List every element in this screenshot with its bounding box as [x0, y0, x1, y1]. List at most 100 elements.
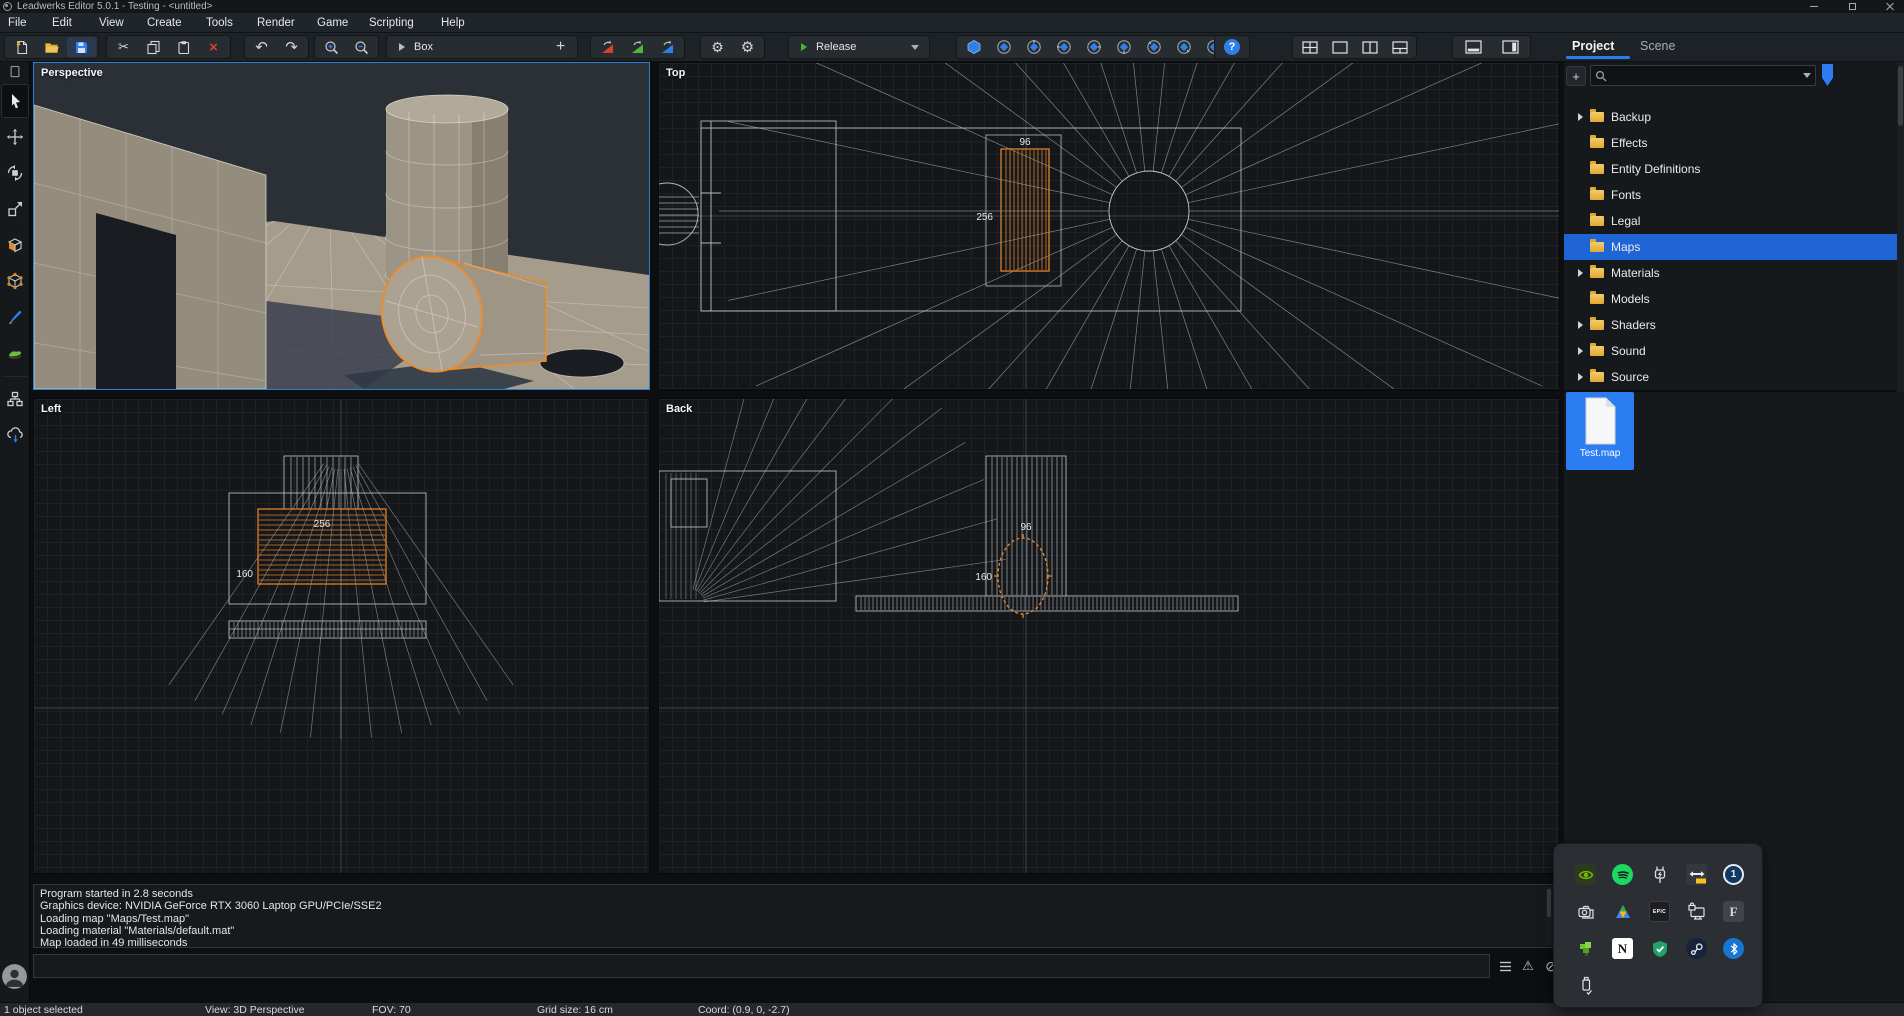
menu-help[interactable]: Help	[441, 13, 465, 33]
undo-button[interactable]: ↶	[247, 37, 276, 57]
console-input[interactable]	[34, 955, 1489, 977]
tray-power-plug[interactable]	[1641, 856, 1678, 893]
flowgraph-tool[interactable]	[1, 382, 29, 416]
move-tool[interactable]	[1, 120, 29, 154]
sphere-tool-6-button[interactable]	[1139, 37, 1168, 57]
tray-spotify[interactable]	[1604, 856, 1641, 893]
file-testmap[interactable]: Test.map	[1566, 392, 1634, 470]
save-button[interactable]	[67, 37, 96, 57]
tray-nvidia[interactable]	[1567, 856, 1604, 893]
face-edit-tool[interactable]	[1, 228, 29, 262]
viewport-perspective[interactable]: Perspective	[33, 62, 650, 390]
tray-remote-desktop[interactable]	[1678, 893, 1715, 930]
menu-edit[interactable]: Edit	[52, 13, 72, 33]
tree-item-models[interactable]: Models	[1564, 286, 1897, 312]
layout-single-button[interactable]	[1325, 37, 1354, 57]
tray-steam[interactable]	[1678, 930, 1715, 967]
primitive-dropdown[interactable]: Box	[389, 37, 545, 57]
layout-triple-button[interactable]	[1385, 37, 1414, 57]
tray-bluetooth[interactable]	[1715, 930, 1752, 967]
search-filter-caret-icon[interactable]	[1803, 73, 1811, 78]
open-button[interactable]	[37, 37, 66, 57]
tree-item-maps[interactable]: Maps	[1564, 234, 1897, 260]
expander-icon[interactable]	[1578, 373, 1583, 381]
tray-antivirus[interactable]	[1641, 930, 1678, 967]
tray-notion[interactable]: N	[1604, 930, 1641, 967]
tray-usb[interactable]	[1567, 967, 1604, 1004]
tree-item-effects[interactable]: Effects	[1564, 130, 1897, 156]
help-button[interactable]: ?	[1217, 37, 1247, 57]
sphere-tool-3-button[interactable]	[1049, 37, 1078, 57]
menu-tools[interactable]: Tools	[206, 13, 233, 33]
minimize-button[interactable]	[1808, 1, 1820, 13]
tray-terraria[interactable]	[1567, 930, 1604, 967]
layout-vsplit-button[interactable]	[1355, 37, 1384, 57]
toggle-right-panel-button[interactable]	[1492, 37, 1528, 57]
hexagon-object-button[interactable]	[959, 37, 988, 57]
select-tool[interactable]	[1, 84, 29, 118]
tray-google-drive[interactable]	[1604, 893, 1641, 930]
sphere-tool-4-button[interactable]	[1079, 37, 1108, 57]
settings-button[interactable]: ⚙	[703, 37, 732, 57]
copy-button[interactable]	[139, 37, 168, 57]
menu-view[interactable]: View	[99, 13, 124, 33]
tree-item-entity-definitions[interactable]: Entity Definitions	[1564, 156, 1897, 182]
zoom-in-button[interactable]	[317, 37, 346, 57]
tray-teamviewer[interactable]	[1678, 856, 1715, 893]
tray-epic-games[interactable]: EPIC	[1641, 893, 1678, 930]
paint-tool[interactable]	[1, 300, 29, 334]
add-primitive-button[interactable]: +	[546, 37, 575, 57]
menu-create[interactable]: Create	[147, 13, 182, 33]
rotate-x-button[interactable]	[593, 37, 622, 57]
panel-splitter-handle[interactable]	[1822, 64, 1833, 86]
cut-button[interactable]: ✂	[109, 37, 138, 57]
menu-render[interactable]: Render	[257, 13, 295, 33]
sphere-tool-1-button[interactable]	[989, 37, 1018, 57]
expander-icon[interactable]	[1578, 269, 1583, 277]
menu-scripting[interactable]: Scripting	[369, 13, 414, 33]
scale-tool[interactable]	[1, 192, 29, 226]
new-object-tool[interactable]	[1, 63, 29, 81]
viewport-back[interactable]: Back 96 160	[658, 398, 1560, 874]
menu-game[interactable]: Game	[317, 13, 348, 33]
delete-button[interactable]: ×	[199, 37, 228, 57]
close-button[interactable]	[1884, 1, 1896, 13]
tree-item-sound[interactable]: Sound	[1564, 338, 1897, 364]
account-avatar[interactable]	[2, 964, 27, 989]
expander-icon[interactable]	[1578, 347, 1583, 355]
viewport-left[interactable]: Left 256 160	[33, 398, 650, 874]
rotate-tool[interactable]	[1, 156, 29, 190]
new-file-button[interactable]	[7, 37, 36, 57]
vertex-edit-tool[interactable]	[1, 264, 29, 298]
viewport-top[interactable]: Top 96 256	[658, 62, 1560, 390]
tree-item-backup[interactable]: Backup	[1564, 104, 1897, 130]
tray-f-app[interactable]: F	[1715, 893, 1752, 930]
paste-button[interactable]	[169, 37, 198, 57]
console-log-list-button[interactable]	[1496, 957, 1514, 975]
sphere-tool-5-button[interactable]	[1109, 37, 1138, 57]
tree-item-fonts[interactable]: Fonts	[1564, 182, 1897, 208]
rotate-y-button[interactable]	[623, 37, 652, 57]
maximize-button[interactable]	[1846, 1, 1858, 13]
tree-item-source[interactable]: Source	[1564, 364, 1897, 390]
redo-button[interactable]: ↷	[277, 37, 306, 57]
tab-scene[interactable]: Scene	[1640, 33, 1675, 59]
tree-scrollbar[interactable]	[1897, 62, 1904, 392]
run-mode-dropdown[interactable]: Release	[791, 37, 927, 57]
search-input[interactable]	[1607, 70, 1803, 82]
sphere-tool-7-button[interactable]	[1169, 37, 1198, 57]
console-log[interactable]: Program started in 2.8 seconds Graphics …	[33, 884, 1555, 948]
expander-icon[interactable]	[1578, 113, 1583, 121]
toggle-bottom-panel-button[interactable]	[1455, 37, 1491, 57]
tray-snipping-tool[interactable]	[1567, 893, 1604, 930]
sphere-tool-2-button[interactable]	[1019, 37, 1048, 57]
terrain-tool[interactable]	[1, 336, 29, 370]
layout-quad-button[interactable]	[1295, 37, 1324, 57]
expander-icon[interactable]	[1578, 321, 1583, 329]
tree-item-materials[interactable]: Materials	[1564, 260, 1897, 286]
tray-1password[interactable]: 1	[1715, 856, 1752, 893]
cloud-download-tool[interactable]	[1, 418, 29, 452]
options-button[interactable]: ⚙	[733, 37, 762, 57]
console-scrollbar[interactable]	[1546, 887, 1552, 945]
console-warnings-button[interactable]: ⚠	[1519, 957, 1537, 975]
